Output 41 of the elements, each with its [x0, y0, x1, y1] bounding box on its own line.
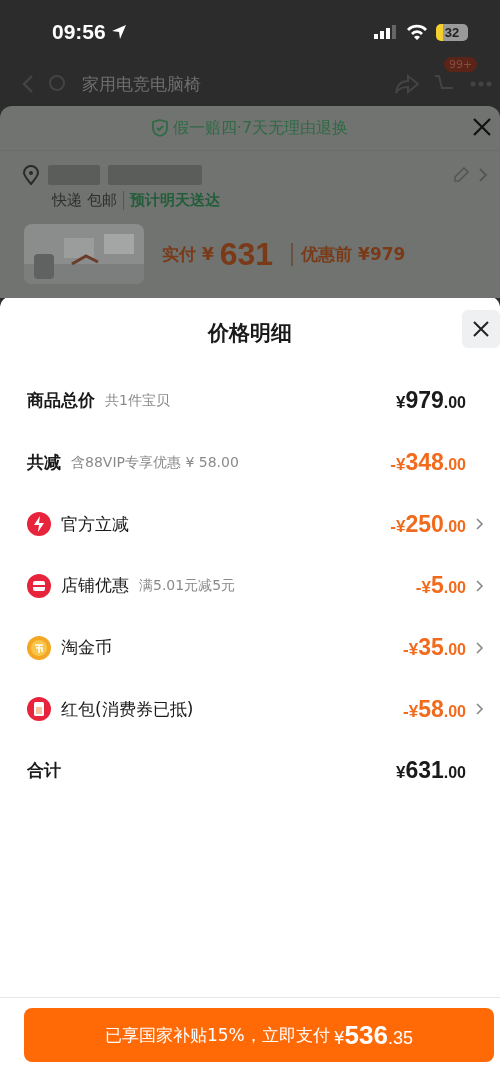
close-icon	[472, 320, 490, 338]
chevron-right-icon	[478, 167, 488, 183]
pay-button[interactable]: 已享国家补贴15%，立即支付 ¥536.35	[24, 1008, 494, 1062]
paid-amount: 631	[219, 235, 274, 273]
item-label: 官方立减	[61, 512, 129, 536]
item-amount: ¥631.00	[395, 757, 466, 785]
location-pin-icon	[22, 165, 40, 185]
signal-icon	[374, 25, 398, 39]
shield-icon	[151, 119, 168, 137]
delivery-estimate: 预计明天送达	[122, 191, 220, 210]
original-price: 优惠前 ¥979	[291, 242, 406, 266]
lightning-icon	[27, 512, 51, 537]
chevron-right-icon[interactable]	[474, 639, 486, 656]
item-note: 满5.01元减5元	[139, 576, 236, 595]
item-note: 含88VIP专享优惠 ¥ 58.00	[71, 453, 239, 472]
gift-envelope-icon	[27, 697, 51, 722]
store-icon	[27, 573, 51, 598]
item-amount: -¥35.00	[403, 634, 466, 662]
item-label: 共减	[27, 451, 61, 475]
location-arrow-icon	[110, 24, 127, 40]
item-label: 红包(消费券已抵)	[61, 697, 194, 721]
item-note: 共1件宝贝	[105, 391, 170, 410]
paid-label: 实付 ¥	[162, 242, 214, 266]
chevron-right-icon[interactable]	[474, 577, 486, 594]
coin-icon	[27, 635, 51, 660]
item-label: 合计	[27, 759, 61, 783]
item-amount: -¥5.00	[415, 572, 466, 600]
close-button[interactable]	[462, 310, 500, 348]
item-amount: -¥348.00	[390, 449, 466, 477]
sheet-title: 价格明细	[208, 320, 292, 347]
item-amount: -¥58.00	[403, 695, 466, 723]
item-label: 商品总价	[27, 389, 95, 413]
shipping-method: 快递 包邮	[52, 191, 117, 210]
item-label: 淘金币	[61, 636, 112, 660]
battery-level: 32	[436, 23, 468, 41]
item-label: 店铺优惠	[61, 574, 129, 598]
search-field[interactable]: 家用电竞电脑椅	[82, 72, 380, 96]
clock: 09:56	[52, 20, 106, 44]
item-amount: -¥250.00	[390, 510, 466, 538]
item-amount: ¥979.00	[395, 387, 466, 415]
wifi-icon	[406, 24, 428, 40]
